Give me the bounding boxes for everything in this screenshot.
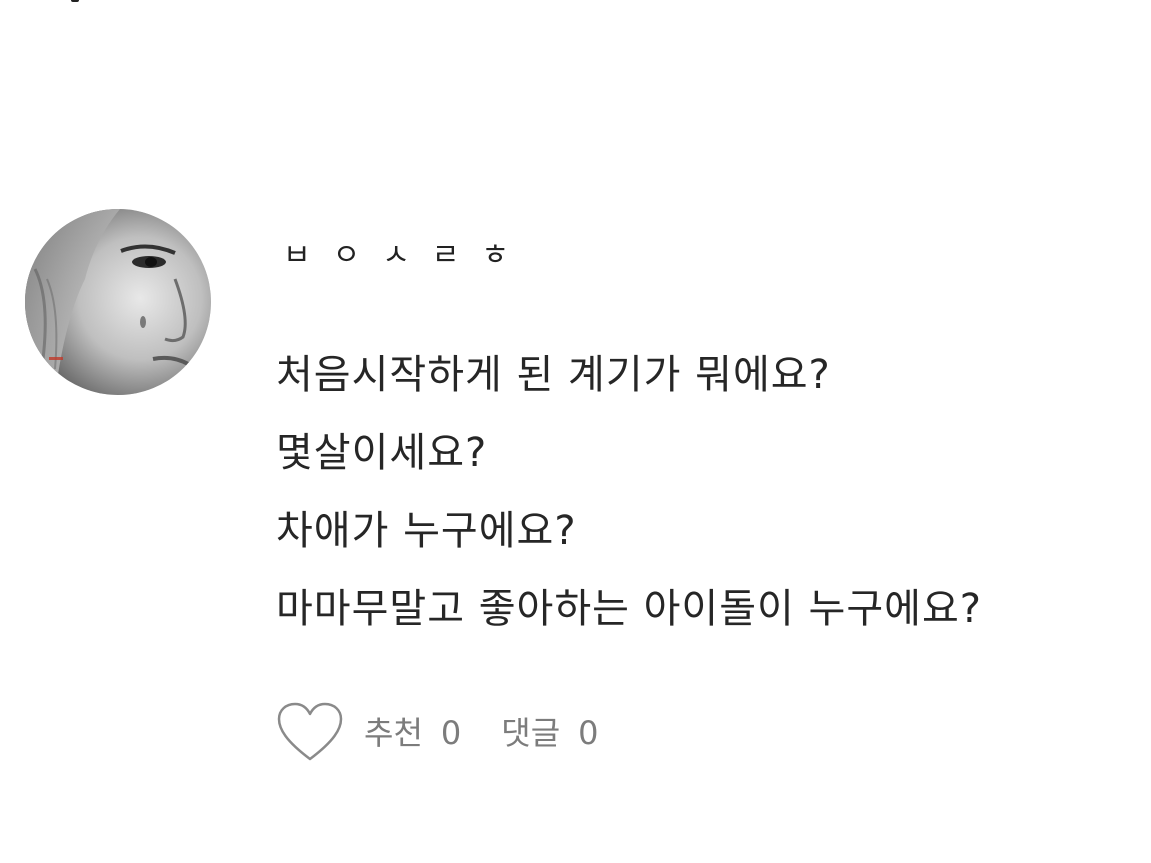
comment-button[interactable]: 댓글 0 (501, 713, 598, 753)
author-name[interactable]: ㅂㅇㅅㄹㅎ (283, 236, 531, 276)
like-count: 0 (440, 714, 462, 752)
post-line: 마마무말고 좋아하는 아이돌이 누구에요? (276, 586, 982, 632)
avatar-image (25, 209, 211, 395)
top-edge-mark (71, 0, 79, 2)
heart-icon[interactable] (276, 701, 344, 765)
post-line: 차애가 누구에요? (276, 508, 577, 554)
post-page: ㅂㅇㅅㄹㅎ 처음시작하게 된 계기가 뭐에요? 몇살이세요? 차애가 누구에요?… (0, 0, 1151, 863)
post-body: 처음시작하게 된 계기가 뭐에요? 몇살이세요? 차애가 누구에요? 마마무말고… (276, 336, 1136, 648)
post-line: 몇살이세요? (276, 430, 488, 476)
post-line: 처음시작하게 된 계기가 뭐에요? (276, 352, 831, 398)
like-label: 추천 (364, 714, 423, 752)
post-actions: 추천 0 댓글 0 (276, 700, 599, 766)
comment-label: 댓글 (501, 714, 561, 752)
like-button[interactable]: 추천 0 (276, 701, 461, 765)
comment-count: 0 (578, 714, 599, 752)
avatar[interactable] (25, 209, 211, 395)
